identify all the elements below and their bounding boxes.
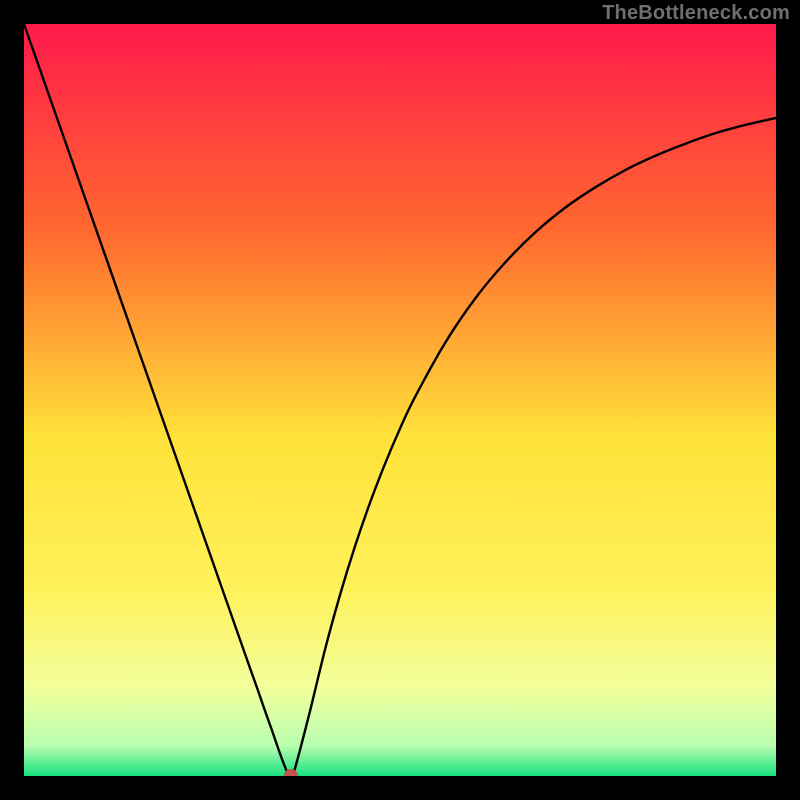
watermark-text: TheBottleneck.com [602,2,790,25]
gradient-background [24,24,776,776]
chart-frame: TheBottleneck.com [0,0,800,800]
plot-svg [24,24,776,776]
